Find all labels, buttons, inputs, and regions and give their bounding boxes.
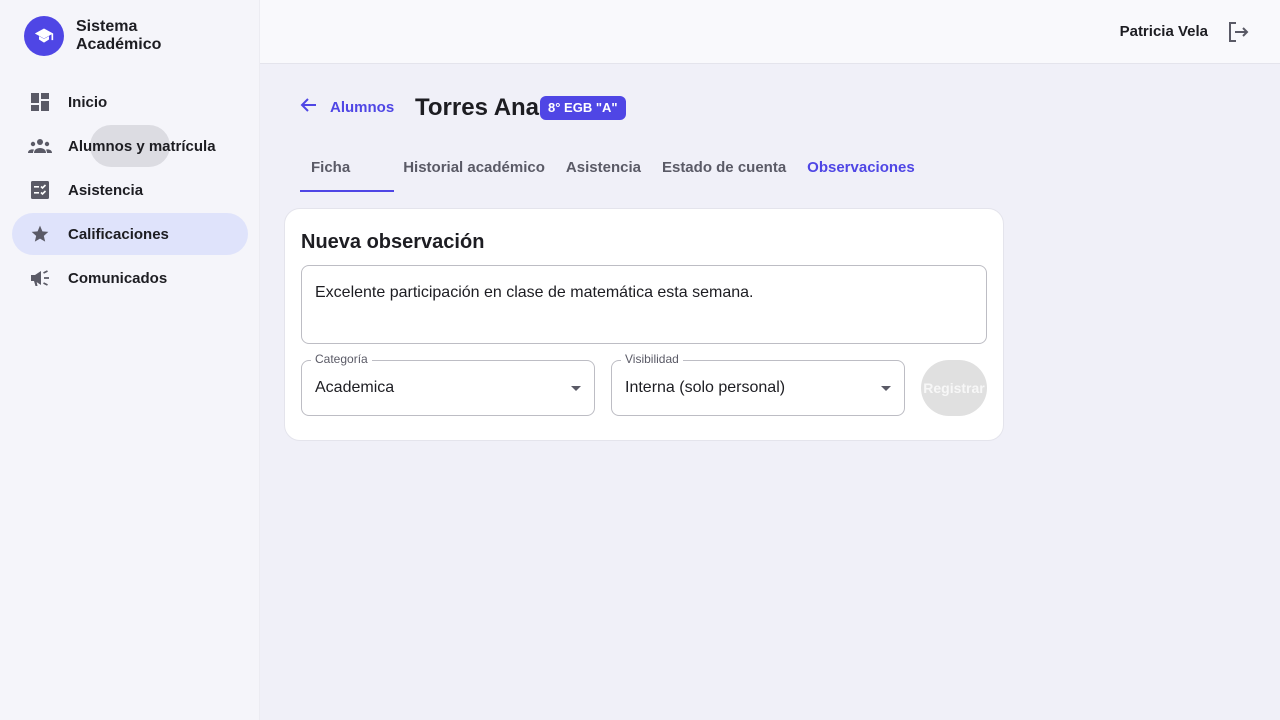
brand: Sistema Académico [24, 16, 161, 56]
tab-bar: Ficha Historial académico Asistencia Est… [300, 148, 925, 192]
visibility-label: Visibilidad [621, 352, 683, 366]
sidebar-nav: Inicio Alumnos y matrícula Asistencia Ca… [12, 81, 248, 301]
sidebar-item-label: Alumnos y matrícula [68, 137, 216, 155]
grade-badge: 8° EGB "A" [540, 96, 626, 120]
category-label: Categoría [311, 352, 372, 366]
category-select[interactable]: Categoría Academica [301, 352, 595, 416]
visibility-select[interactable]: Visibilidad Interna (solo personal) [611, 352, 905, 416]
sidebar-item-calificaciones[interactable]: Calificaciones [12, 213, 248, 255]
logout-icon[interactable] [1226, 20, 1250, 44]
app-title-line2: Académico [76, 36, 162, 53]
app-title: Sistema Académico [76, 18, 161, 54]
graduation-cap-icon [24, 16, 64, 56]
tab-estado-de-cuenta[interactable]: Estado de cuenta [651, 148, 796, 192]
sidebar-item-label: Comunicados [68, 269, 168, 287]
tab-ficha[interactable]: Ficha [300, 148, 395, 192]
tab-observaciones[interactable]: Observaciones [796, 148, 925, 192]
observation-card: Nueva observación Excelente participació… [284, 208, 1004, 441]
people-icon [28, 134, 52, 158]
user-name: Patricia Vela [1119, 23, 1208, 40]
page-title: Torres Ana [415, 94, 540, 121]
sidebar-item-inicio[interactable]: Inicio [12, 81, 248, 123]
visibility-value: Interna (solo personal) [625, 379, 786, 396]
megaphone-icon [28, 266, 52, 290]
sidebar-item-label: Asistencia [68, 181, 144, 199]
arrow-left-icon [300, 96, 318, 118]
tab-historial-academico[interactable]: Historial académico [392, 148, 555, 192]
card-title: Nueva observación [301, 231, 485, 253]
sidebar: Sistema Académico Inicio Alumnos y matrí… [0, 0, 260, 720]
sidebar-item-alumnos[interactable]: Alumnos y matrícula [12, 125, 248, 167]
observation-textarea[interactable]: Excelente participación en clase de mate… [301, 265, 987, 344]
dashboard-icon [28, 90, 52, 114]
star-icon [28, 222, 52, 246]
sidebar-item-asistencia[interactable]: Asistencia [12, 169, 248, 211]
dropdown-arrow-icon [881, 386, 891, 391]
back-label: Alumnos [330, 98, 395, 116]
app-title-line1: Sistema [76, 18, 138, 35]
topbar: Patricia Vela [260, 0, 1280, 64]
category-value: Academica [315, 379, 395, 396]
tab-asistencia[interactable]: Asistencia [555, 148, 651, 192]
checklist-icon [28, 178, 52, 202]
register-button[interactable]: Registrar [921, 360, 987, 416]
sidebar-item-label: Inicio [68, 93, 108, 111]
sidebar-item-comunicados[interactable]: Comunicados [12, 257, 248, 299]
back-button[interactable]: Alumnos [300, 96, 394, 118]
dropdown-arrow-icon [571, 386, 581, 391]
sidebar-item-label: Calificaciones [68, 225, 169, 243]
